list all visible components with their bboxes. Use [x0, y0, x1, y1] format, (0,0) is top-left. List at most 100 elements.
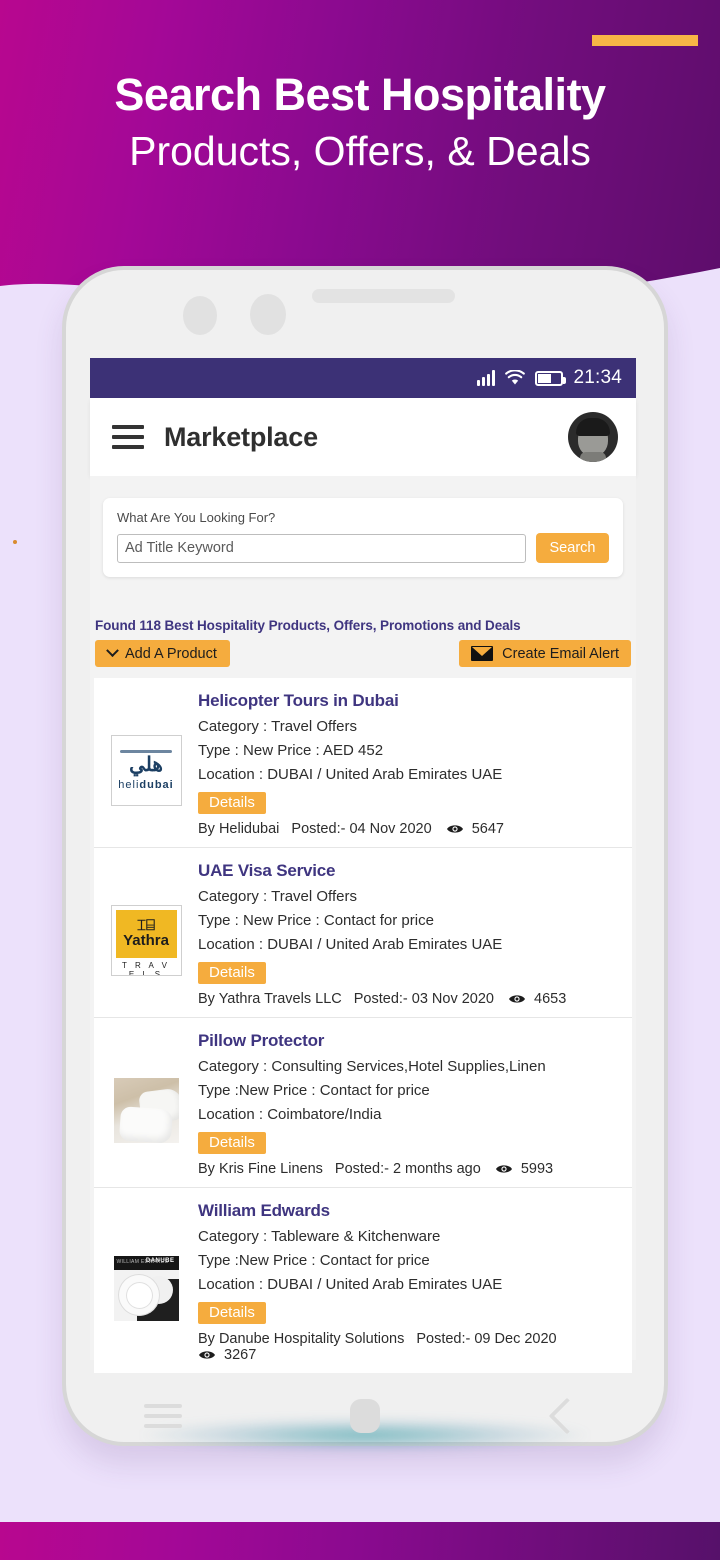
listing-footer: By Yathra Travels LLC Posted:- 03 Nov 20…: [198, 991, 622, 1007]
yathra-subtext: T R A V E L S: [122, 961, 170, 976]
listing-location: Location : DUBAI / United Arab Emirates …: [198, 936, 503, 953]
listing-location: Location : Coimbatore/India: [198, 1106, 382, 1123]
home-icon: [350, 1399, 380, 1433]
search-button[interactable]: Search: [536, 533, 609, 563]
listing-type-price: Type : New Price : AED 452: [198, 742, 384, 759]
listing-body: Helicopter Tours in Dubai Category : Tra…: [184, 690, 622, 837]
listing-seller: By Yathra Travels LLC: [198, 991, 342, 1007]
hero-title-line-2: Products, Offers, & Deals: [129, 128, 591, 174]
yathra-wordmark: Yathra: [123, 932, 169, 950]
listing-type-price: Type :New Price : Contact for price: [198, 1082, 430, 1099]
listing-footer: By Danube Hospitality Solutions Posted:-…: [198, 1331, 622, 1363]
listing-location: Location : DUBAI / United Arab Emirates …: [198, 1276, 503, 1293]
listing-posted-date: Posted:- 2 months ago: [334, 1161, 481, 1177]
plate-banner-text: WILLIAM EDWARDS: [116, 1259, 169, 1265]
details-button[interactable]: Details: [198, 792, 266, 814]
pillow-shape-front: [118, 1106, 173, 1143]
nav-back-button[interactable]: [522, 1397, 612, 1435]
hero-heading: Search Best Hospitality Products, Offers…: [0, 66, 720, 178]
phone-speaker-grille: [312, 289, 455, 303]
pillow-photo: [110, 1075, 182, 1146]
listing-posted-date: Posted:- 09 Dec 2020: [416, 1331, 557, 1347]
search-panel: What Are You Looking For? Search: [103, 498, 623, 577]
listing-footer: By Kris Fine Linens Posted:- 2 months ag…: [198, 1161, 622, 1177]
arabic-wordmark: هلي: [129, 754, 164, 776]
listing-category: Category : Consulting Services,Hotel Sup…: [198, 1058, 546, 1075]
add-product-button[interactable]: Add A Product: [95, 640, 230, 667]
listing-type-price: Type :New Price : Contact for price: [198, 1252, 430, 1269]
user-avatar[interactable]: [568, 412, 618, 462]
details-button[interactable]: Details: [198, 1132, 266, 1154]
listing-body: Pillow Protector Category : Consulting S…: [184, 1030, 622, 1177]
listing-seller: By Danube Hospitality Solutions: [198, 1331, 405, 1347]
listing-item[interactable]: Pillow Protector Category : Consulting S…: [94, 1018, 632, 1188]
listing-posted-date: Posted:- 03 Nov 2020: [353, 991, 494, 1007]
results-count-text: Found 118 Best Hospitality Products, Off…: [95, 618, 521, 633]
search-input[interactable]: [117, 533, 526, 563]
listing-posted-date: Posted:- 04 Nov 2020: [291, 821, 432, 837]
listing-body: William Edwards Category : Tableware & K…: [184, 1200, 622, 1363]
details-button[interactable]: Details: [198, 1302, 266, 1324]
yathra-travels-logo: ⌶⌸ Yathra T R A V E L S: [110, 905, 182, 976]
listing-item[interactable]: هلي helidubai Helicopter Tours in Dubai …: [94, 678, 632, 848]
listing-title[interactable]: Helicopter Tours in Dubai: [198, 691, 622, 711]
listing-category: Category : Travel Offers: [198, 888, 357, 905]
nav-recent-apps-button[interactable]: [118, 1398, 208, 1434]
create-email-alert-button[interactable]: Create Email Alert: [459, 640, 631, 667]
helicopter-rotor-shape: [120, 750, 172, 753]
listing-item[interactable]: ⌶⌸ Yathra T R A V E L S UAE Visa Service…: [94, 848, 632, 1018]
avatar-hair: [576, 418, 610, 436]
eye-icon: [446, 823, 464, 835]
status-bar: 21:34: [90, 358, 636, 398]
listing-view-count: 3267: [224, 1347, 257, 1363]
eye-icon: [508, 993, 526, 1005]
avatar-neck: [580, 452, 606, 462]
listing-body: UAE Visa Service Category : Travel Offer…: [184, 860, 622, 1007]
create-email-alert-label: Create Email Alert: [502, 645, 619, 662]
listing-footer: By Helidubai Posted:- 04 Nov 2020 5647: [198, 821, 622, 837]
listing-item[interactable]: DANUBE WILLIAM EDWARDS William Edwards C…: [94, 1188, 632, 1373]
helidubai-wordmark: helidubai: [118, 779, 174, 791]
eye-icon: [198, 1349, 216, 1361]
listing-seller: By Kris Fine Linens: [198, 1161, 323, 1177]
listing-category: Category : Travel Offers: [198, 718, 357, 735]
listing-title[interactable]: UAE Visa Service: [198, 861, 622, 881]
details-button[interactable]: Details: [198, 962, 266, 984]
listing-view-count: 5993: [520, 1161, 554, 1177]
listing-list: هلي helidubai Helicopter Tours in Dubai …: [94, 678, 632, 1373]
listing-title[interactable]: Pillow Protector: [198, 1031, 622, 1051]
search-label: What Are You Looking For?: [117, 510, 276, 525]
phone-sensor-icon: [250, 294, 286, 335]
listing-seller: By Helidubai: [198, 821, 280, 837]
eye-icon: [495, 1163, 513, 1175]
envelope-icon: [471, 646, 494, 661]
back-chevron-icon: [548, 1397, 586, 1435]
add-product-label: Add A Product: [125, 645, 217, 662]
phone-camera-icon: [183, 296, 217, 335]
listing-thumbnail-wrap: ⌶⌸ Yathra T R A V E L S: [108, 860, 184, 1007]
accent-bar: [592, 35, 698, 46]
page-title: Marketplace: [164, 421, 318, 452]
phone-navigation-bar: [62, 1386, 668, 1446]
tableware-photo: DANUBE WILLIAM EDWARDS: [110, 1253, 182, 1324]
app-screen: 21:34 Marketplace What Are You Looking F…: [90, 358, 636, 1373]
listing-type-price: Type : New Price : Contact for price: [198, 912, 434, 929]
listing-thumbnail-wrap: DANUBE WILLIAM EDWARDS: [108, 1200, 184, 1363]
status-bar-time: 21:34: [573, 367, 622, 388]
hamburger-menu-icon[interactable]: [112, 419, 144, 455]
chevron-down-icon: [106, 644, 119, 658]
listing-view-count: 4653: [534, 991, 567, 1007]
listing-location: Location : DUBAI / United Arab Emirates …: [198, 766, 503, 783]
action-button-row: Add A Product Create Email Alert: [95, 640, 631, 667]
listing-thumbnail-wrap: هلي helidubai: [108, 690, 184, 837]
listing-category: Category : Tableware & Kitchenware: [198, 1228, 441, 1245]
recent-apps-icon: [144, 1398, 182, 1434]
listing-title[interactable]: William Edwards: [198, 1201, 622, 1221]
decorative-dot: [13, 540, 17, 544]
app-bar: Marketplace: [90, 398, 636, 476]
nav-home-button[interactable]: [320, 1399, 410, 1433]
search-row: Search: [117, 533, 609, 563]
listing-view-count: 5647: [471, 821, 504, 837]
wifi-icon: [505, 369, 526, 386]
battery-icon: [535, 370, 567, 386]
